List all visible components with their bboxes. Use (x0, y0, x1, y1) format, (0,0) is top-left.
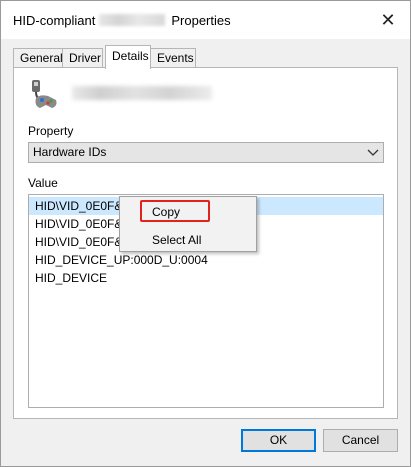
tab-driver[interactable]: Driver (62, 48, 103, 68)
close-button[interactable]: ✕ (374, 9, 402, 31)
chevron-down-icon (367, 149, 379, 156)
property-select[interactable]: Hardware IDs (28, 142, 384, 163)
cancel-button[interactable]: Cancel (323, 429, 398, 452)
tab-general[interactable]: General (13, 48, 63, 68)
close-icon: ✕ (380, 10, 396, 30)
list-item[interactable]: HID_DEVICE (29, 269, 383, 287)
ok-button[interactable]: OK (241, 429, 316, 452)
title-suffix: Properties (171, 13, 231, 28)
properties-dialog: HID-compliant Properties ✕ General Driver… (0, 0, 411, 467)
game-controller-icon (32, 80, 57, 108)
window-title: HID-compliant Properties (13, 13, 231, 28)
tab-events[interactable]: Events (150, 48, 196, 68)
menu-item-select-all[interactable]: Select All (120, 229, 256, 251)
redacted-device-label (72, 86, 212, 100)
property-selected-value: Hardware IDs (33, 145, 107, 159)
title-bar: HID-compliant Properties ✕ (1, 1, 410, 39)
annotation-highlight (140, 200, 210, 222)
title-prefix: HID-compliant (13, 13, 96, 28)
list-item[interactable]: HID_DEVICE_UP:000D_U:0004 (29, 251, 383, 269)
redacted-device-name (99, 14, 166, 26)
property-label: Property (28, 124, 74, 138)
value-label: Value (28, 176, 58, 190)
tab-details[interactable]: Details (105, 45, 151, 69)
